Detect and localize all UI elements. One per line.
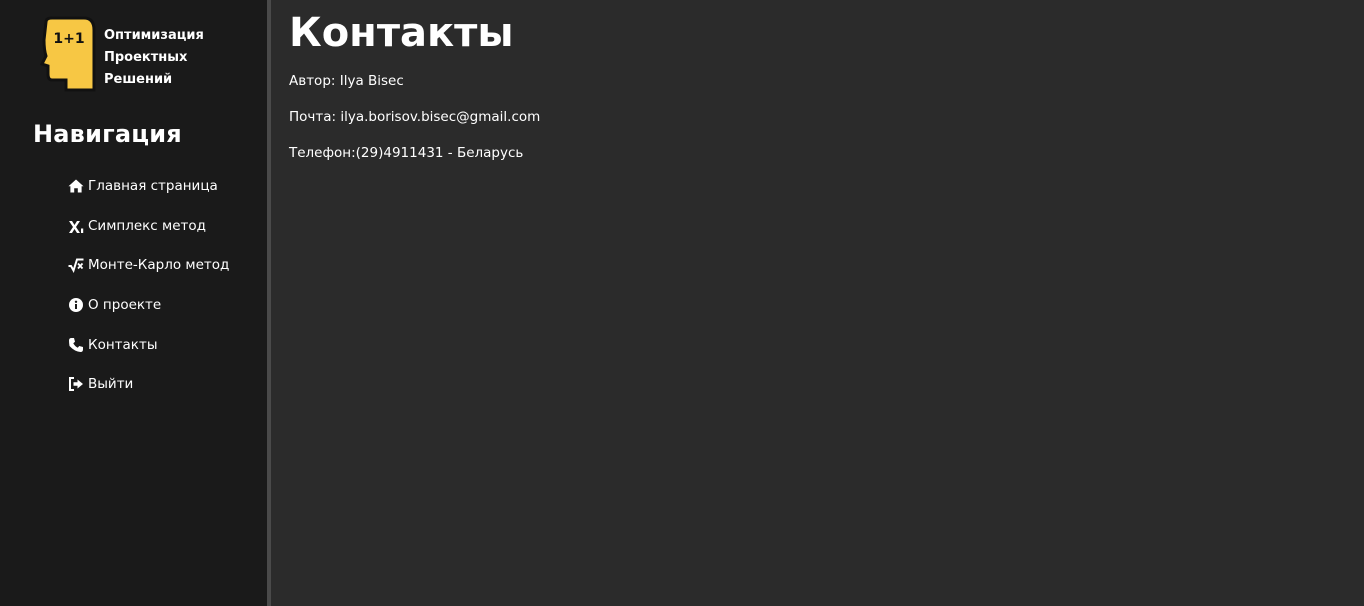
nav-label: О проекте <box>88 296 162 313</box>
brand-line-2: Проектных <box>104 50 188 65</box>
nav-label: Монте-Карло метод <box>88 257 230 274</box>
author-text: Автор: Ilya Bisec <box>289 73 404 89</box>
phone-text: Телефон:(29)4911431 - Беларусь <box>289 145 524 161</box>
brand-line-1: Оптимизация <box>104 28 204 43</box>
logo[interactable]: 1+1 <box>38 16 98 92</box>
nav-item-about[interactable]: О проекте <box>68 285 229 325</box>
email-text: Почта: ilya.borisov.bisec@gmail.com <box>289 109 541 125</box>
brand-name: Оптимизация Проектных Решений <box>104 25 254 91</box>
head-logo-icon: 1+1 <box>39 16 96 92</box>
nav-label: Симплекс метод <box>88 217 206 234</box>
nav-item-simplex[interactable]: Симплекс метод <box>68 206 229 246</box>
phone-icon <box>68 337 84 353</box>
nav-item-home[interactable]: Главная страница <box>68 166 229 206</box>
subscript-x-icon <box>68 218 84 234</box>
nav-title: Навигация <box>33 120 182 148</box>
square-root-icon <box>68 257 84 274</box>
sidebar: 1+1 Оптимизация Проектных Решений Навига… <box>0 0 267 606</box>
nav-item-contacts[interactable]: Контакты <box>68 325 229 365</box>
brand-line-3: Решений <box>104 72 173 87</box>
home-icon <box>68 178 84 194</box>
sign-out-icon <box>68 376 84 392</box>
nav-list: Главная страница Симплекс метод Монте-Ка… <box>68 166 229 404</box>
svg-text:1+1: 1+1 <box>53 31 84 47</box>
nav-item-logout[interactable]: Выйти <box>68 364 229 404</box>
sidebar-divider <box>267 0 271 606</box>
nav-label: Главная страница <box>88 177 218 194</box>
page-title: Контакты <box>289 10 514 56</box>
info-circle-icon <box>68 297 84 313</box>
nav-item-monte-carlo[interactable]: Монте-Карло метод <box>68 245 229 285</box>
nav-label: Контакты <box>88 336 158 353</box>
nav-label: Выйти <box>88 376 134 393</box>
